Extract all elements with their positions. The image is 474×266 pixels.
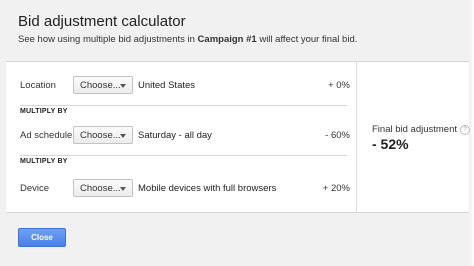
close-button[interactable]: Close [18,228,66,247]
device-row: Device Choose... Mobile devices with ful… [20,179,350,199]
campaign-name: Campaign #1 [197,34,257,45]
ad-schedule-value: Saturday - all day [138,130,212,141]
device-label: Device [20,183,50,194]
location-adjustment: + 0% [328,80,350,91]
ad-schedule-row: Ad schedule Choose... Saturday - all day… [20,126,350,146]
help-icon[interactable]: ? [460,125,471,135]
ad-schedule-adjustment: - 60% [325,130,350,141]
calculator-panel: Location Choose... United States + 0% MU… [6,61,471,213]
subtitle-suffix: will affect your final bid. [256,34,358,45]
dialog-subtitle: See how using multiple bid adjustments i… [18,34,357,45]
multiply-divider: MULTIPLY BY [20,105,347,118]
location-row: Location Choose... United States + 0% [20,76,350,96]
location-label: Location [20,80,56,91]
chevron-down-icon [120,84,126,88]
subtitle-prefix: See how using multiple bid adjustments i… [18,34,198,45]
device-adjustment: + 20% [322,183,350,194]
device-value: Mobile devices with full browsers [138,183,277,194]
location-value: United States [138,80,196,91]
location-select-label: Choose... [80,80,121,91]
chevron-down-icon [120,134,126,138]
device-select-label: Choose... [80,183,121,194]
final-bid-label-text: Final bid adjustment [372,124,458,135]
ad-schedule-select-label: Choose... [80,130,121,141]
multiply-label: MULTIPLY BY [20,158,68,165]
dialog-title: Bid adjustment calculator [18,13,186,30]
location-select[interactable]: Choose... [73,76,133,94]
bid-adjustment-dialog: Bid adjustment calculator See how using … [0,0,474,266]
multiply-label: MULTIPLY BY [20,108,68,115]
final-bid-value: - 52% [372,136,409,152]
ad-schedule-select[interactable]: Choose... [73,126,133,144]
multiply-divider: MULTIPLY BY [20,155,347,168]
final-bid-column: Final bid adjustment? - 52% [356,62,471,212]
chevron-down-icon [120,187,126,191]
ad-schedule-label: Ad schedule [20,130,73,141]
final-bid-label: Final bid adjustment? [372,124,471,135]
device-select[interactable]: Choose... [73,179,133,197]
